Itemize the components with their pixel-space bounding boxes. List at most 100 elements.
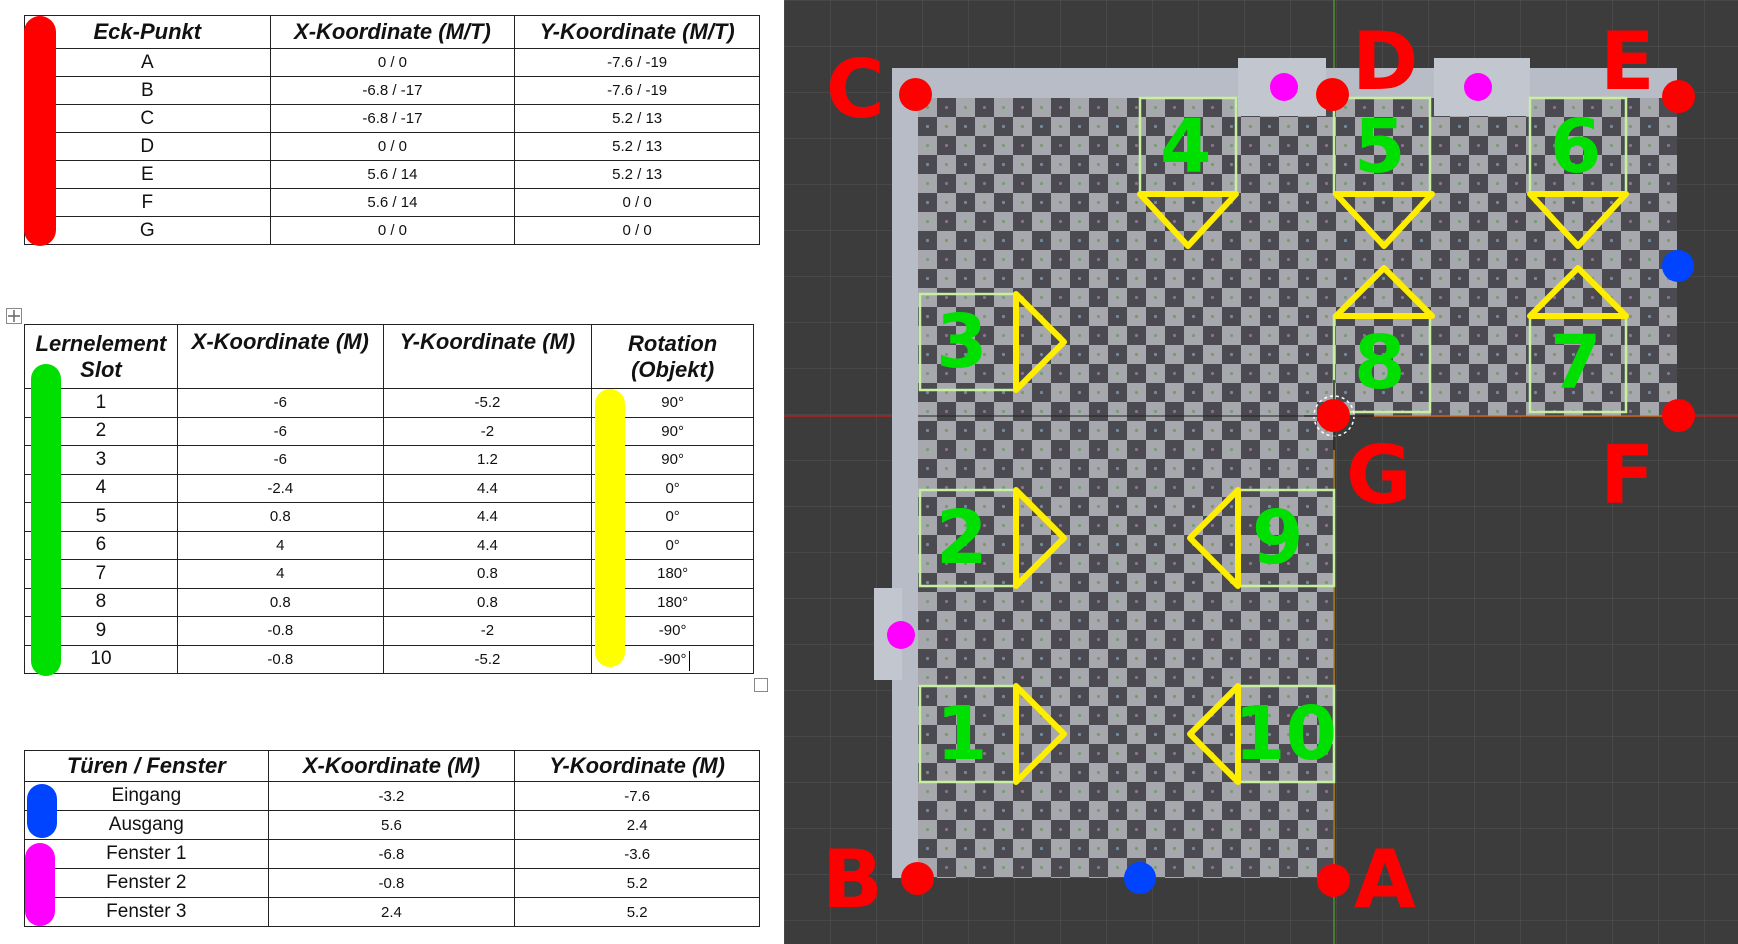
slot-number-2: 2 (936, 495, 988, 581)
door-legend-marker (27, 784, 57, 838)
table-row: 2 -6 -2 90° (24, 416, 754, 446)
doors-header-y: Y-Koordinate (M) (514, 750, 760, 782)
corner-marker-e (1662, 80, 1695, 113)
corner-y: -7.6 / -19 (514, 76, 760, 105)
table-row: 9 -0.8 -2 -90° (24, 616, 754, 646)
editor-viewport[interactable]: C D E F G B A 1 2 3 4 5 6 7 8 9 10 (784, 0, 1738, 944)
slot-x: -0.8 (176, 644, 384, 674)
document-panel: Eck-Punkt X-Koordinate (M/T) Y-Koordinat… (0, 0, 784, 944)
corner-label: F (24, 188, 271, 217)
slot-number-3: 3 (936, 299, 988, 385)
corner-y: 5.2 / 13 (514, 132, 760, 161)
corner-x: -6.8 / -17 (269, 104, 516, 133)
corner-marker-f (1662, 399, 1695, 432)
door-y: 5.2 (514, 897, 760, 927)
corner-y: 0 / 0 (514, 216, 760, 245)
corners-table: Eck-Punkt X-Koordinate (M/T) Y-Koordinat… (24, 15, 760, 245)
doors-header-x: X-Koordinate (M) (267, 750, 516, 782)
slot-y: 4.4 (382, 473, 593, 503)
door-y: 2.4 (514, 810, 760, 840)
table-row: 6 4 4.4 0° (24, 530, 754, 560)
slot-x: -6 (176, 416, 384, 446)
corner-x: 0 / 0 (269, 216, 516, 245)
table-row: C -6.8 / -17 5.2 / 13 (24, 104, 760, 133)
door-y: -7.6 (514, 781, 760, 811)
corner-x: 0 / 0 (269, 48, 516, 77)
door-y: -3.6 (514, 839, 760, 869)
slot-x: -2.4 (176, 473, 384, 503)
slot-x: -0.8 (176, 616, 384, 646)
table-row: D 0 / 0 5.2 / 13 (24, 132, 760, 161)
corner-label: B (24, 76, 271, 105)
table-row: F 5.6 / 14 0 / 0 (24, 188, 760, 217)
door-x: -6.8 (267, 839, 516, 869)
text-cursor (689, 651, 690, 671)
slots-table: Lernelement Slot X-Koordinate (M) Y-Koor… (24, 324, 754, 674)
corner-legend-marker (24, 16, 56, 246)
corner-letter-f: F (1600, 429, 1655, 522)
slot-x: -6 (176, 388, 384, 418)
slot-y: 1.2 (382, 445, 593, 475)
corner-label: D (24, 132, 271, 161)
table-row: G 0 / 0 0 / 0 (24, 216, 760, 245)
corner-x: 5.6 / 14 (269, 188, 516, 217)
slot-number-7: 7 (1550, 320, 1602, 406)
door-label: Eingang (24, 781, 269, 811)
table-row: 3 -6 1.2 90° (24, 445, 754, 475)
table-move-handle[interactable] (6, 308, 22, 324)
table-row: B -6.8 / -17 -7.6 / -19 (24, 76, 760, 105)
corner-marker-d (1316, 78, 1349, 111)
door-x: -3.2 (267, 781, 516, 811)
table-row: 7 4 0.8 180° (24, 559, 754, 589)
slot-x: 0.8 (176, 587, 384, 617)
slot-number-5: 5 (1354, 104, 1406, 190)
entrance-marker (1124, 862, 1156, 894)
slot-y: -5.2 (382, 644, 593, 674)
table-row: 1 -6 -5.2 90° (24, 388, 754, 418)
door-y: 5.2 (514, 868, 760, 898)
corner-x: 5.6 / 14 (269, 160, 516, 189)
slot-y: 4.4 (382, 530, 593, 560)
table-row: Fenster 1 -6.8 -3.6 (24, 839, 760, 869)
table-resize-handle[interactable] (754, 678, 768, 692)
slot-y: 0.8 (382, 587, 593, 617)
slot-y: -5.2 (382, 388, 593, 418)
rotation-legend-marker (595, 389, 625, 667)
door-x: -0.8 (267, 868, 516, 898)
doors-table: Türen / Fenster X-Koordinate (M) Y-Koord… (24, 750, 760, 927)
corner-y: -7.6 / -19 (514, 48, 760, 77)
corner-letter-b: B (822, 833, 883, 926)
slot-number-10: 10 (1234, 691, 1337, 777)
slots-header-y: Y-Koordinate (M) (382, 324, 593, 389)
corner-letter-d: D (1352, 15, 1419, 108)
corner-y: 5.2 / 13 (514, 160, 760, 189)
corners-header-point: Eck-Punkt (24, 15, 271, 49)
corner-label: C (24, 104, 271, 133)
corner-label: E (24, 160, 271, 189)
slot-y: 4.4 (382, 502, 593, 532)
table-row: Eingang -3.2 -7.6 (24, 781, 760, 811)
slot-y: -2 (382, 416, 593, 446)
corner-letter-a: A (1354, 833, 1416, 926)
table-row: 10 -0.8 -5.2 -90° (24, 644, 754, 674)
slots-header-rotation: Rotation (Objekt) (591, 324, 754, 389)
corner-x: 0 / 0 (269, 132, 516, 161)
table-row: Fenster 3 2.4 5.2 (24, 897, 760, 927)
slot-legend-marker (31, 364, 61, 676)
slot-x: -6 (176, 445, 384, 475)
slot-x: 4 (176, 530, 384, 560)
corner-letter-e: E (1600, 15, 1655, 108)
slot-x: 0.8 (176, 502, 384, 532)
corner-marker-b (901, 862, 934, 895)
corner-marker-g[interactable] (1317, 399, 1350, 432)
slot-y: 0.8 (382, 559, 593, 589)
table-row: Ausgang 5.6 2.4 (24, 810, 760, 840)
corner-marker-c (899, 78, 932, 111)
table-row: 4 -2.4 4.4 0° (24, 473, 754, 503)
corner-letter-c: C (826, 43, 885, 136)
table-row: Fenster 2 -0.8 5.2 (24, 868, 760, 898)
table-row: 8 0.8 0.8 180° (24, 587, 754, 617)
corner-y: 5.2 / 13 (514, 104, 760, 133)
slot-number-4: 4 (1160, 104, 1212, 190)
corners-header-y: Y-Koordinate (M/T) (514, 15, 760, 49)
